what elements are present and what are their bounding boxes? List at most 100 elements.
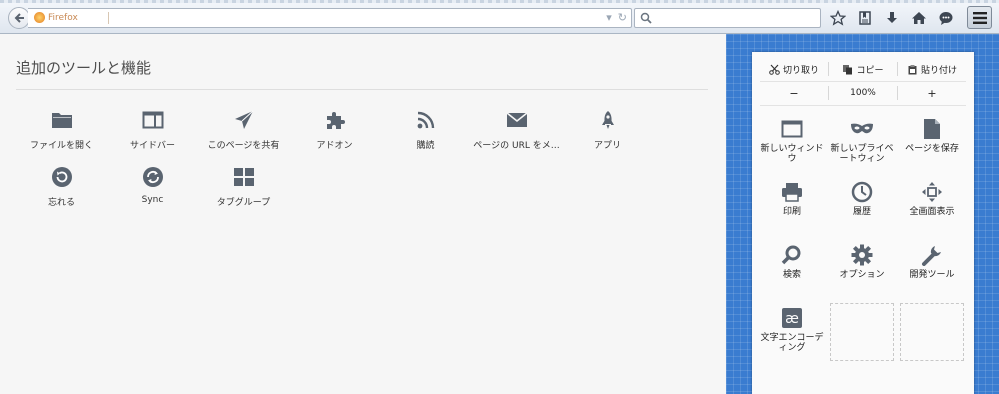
bookmarks-menu-icon[interactable] xyxy=(855,8,874,27)
tool-label: タブグループ xyxy=(216,198,271,208)
paste-button[interactable]: 貼り付け xyxy=(898,63,966,76)
search-icon xyxy=(640,12,652,24)
cut-label: 切り取り xyxy=(782,65,819,76)
save-page-icon xyxy=(924,119,940,139)
history-icon xyxy=(851,181,873,203)
zoom-reset-button[interactable]: 100% xyxy=(829,88,897,98)
gear-icon xyxy=(851,244,873,266)
panel-item-private-window[interactable]: 新しいプライベートウィン xyxy=(830,114,894,175)
panel-item-developer[interactable]: 開発ツール xyxy=(900,240,964,301)
empty-slot xyxy=(830,303,894,361)
tool-addons[interactable]: アドオン xyxy=(289,104,380,161)
panel-item-history[interactable]: 履歴 xyxy=(830,177,894,238)
tool-label: このページを共有 xyxy=(207,141,280,151)
tool-label: ファイルを開く xyxy=(29,141,93,151)
tool-label: Sync xyxy=(141,195,164,205)
panel-item-label: 文字エンコーディング xyxy=(760,333,824,353)
mail-icon xyxy=(506,112,527,127)
copy-button[interactable]: コピー xyxy=(829,63,897,76)
encoding-icon: æ xyxy=(782,308,802,328)
new-window-icon xyxy=(781,120,803,138)
tool-forget[interactable]: 忘れる xyxy=(16,161,107,218)
panel-item-new-window[interactable]: 新しいウィンドウ xyxy=(760,114,824,175)
panel-item-fullscreen[interactable]: 全画面表示 xyxy=(900,177,964,238)
chat-icon[interactable] xyxy=(936,8,955,27)
zoom-in-button[interactable]: + xyxy=(898,87,966,100)
title-divider xyxy=(16,89,708,90)
wrench-icon xyxy=(922,246,941,266)
panel-item-label: 開発ツール xyxy=(909,270,955,280)
url-bar[interactable]: Firefox ▾ ↻ xyxy=(28,8,632,28)
customize-palette: 追加のツールと機能 ファイルを開く サイドバー このページを共有 アドオン 購読… xyxy=(0,34,726,394)
back-arrow-icon xyxy=(14,13,24,23)
tool-label: 購読 xyxy=(416,141,435,151)
home-icon[interactable] xyxy=(909,8,928,27)
identity-box[interactable]: Firefox xyxy=(34,12,78,23)
tools-grid: ファイルを開く サイドバー このページを共有 アドオン 購読 ページの URL … xyxy=(16,104,716,218)
scissors-icon xyxy=(769,64,780,75)
tool-share-page[interactable]: このページを共有 xyxy=(198,104,289,161)
zoom-controls: − 100% + xyxy=(760,82,966,104)
panel-item-label: 検索 xyxy=(782,270,801,280)
back-button[interactable] xyxy=(8,7,30,29)
tool-label: サイドバー xyxy=(129,141,175,151)
rss-icon xyxy=(417,111,434,129)
url-divider xyxy=(108,12,109,24)
tool-tab-groups[interactable]: タブグループ xyxy=(198,161,289,218)
sidebar-icon xyxy=(142,111,163,129)
panel-divider xyxy=(760,105,966,106)
clipboard-icon xyxy=(908,64,917,74)
dropdown-arrow-icon[interactable]: ▾ xyxy=(606,11,612,24)
puzzle-icon xyxy=(326,112,345,129)
bookmark-star-icon[interactable] xyxy=(828,8,847,27)
empty-slot xyxy=(900,303,964,361)
panel-item-label: 履歴 xyxy=(852,207,871,217)
edit-controls: 切り取り コピー 貼り付け xyxy=(760,58,966,80)
panel-item-search[interactable]: 検索 xyxy=(760,240,824,301)
panel-item-label: 新しいウィンドウ xyxy=(760,144,824,164)
reload-icon[interactable]: ↻ xyxy=(618,11,627,24)
tool-label: アプリ xyxy=(593,141,621,151)
tab-groups-icon xyxy=(233,168,254,186)
tool-sidebar[interactable]: サイドバー xyxy=(107,104,198,161)
hamburger-icon xyxy=(972,11,987,24)
menu-panel: 切り取り コピー 貼り付け − 100% + 新しいウィンドウ 新しいプライベー… xyxy=(752,52,974,394)
copy-icon xyxy=(843,64,853,74)
panel-item-label: オプション xyxy=(839,270,885,280)
download-icon[interactable] xyxy=(882,8,901,27)
private-mask-icon xyxy=(851,123,873,134)
forget-icon xyxy=(51,167,72,187)
firefox-logo-icon xyxy=(34,12,45,23)
tool-sync[interactable]: Sync xyxy=(107,161,198,218)
panel-item-label: 新しいプライベートウィン xyxy=(830,144,894,164)
tool-label: 忘れる xyxy=(47,198,75,208)
panel-item-save-page[interactable]: ページを保存 xyxy=(900,114,964,175)
cut-button[interactable]: 切り取り xyxy=(760,63,828,76)
tool-label: ページの URL をメ… xyxy=(473,141,560,151)
panel-item-encoding[interactable]: æ 文字エンコーディング xyxy=(760,303,824,364)
page-title: 追加のツールと機能 xyxy=(16,59,152,77)
search-input[interactable] xyxy=(634,8,821,28)
tool-email-link[interactable]: ページの URL をメ… xyxy=(471,104,562,161)
panel-item-label: 全画面表示 xyxy=(909,207,955,217)
panel-items-grid: 新しいウィンドウ 新しいプライベートウィン ページを保存 印刷 履歴 全画面表示… xyxy=(760,114,970,364)
print-icon xyxy=(782,183,802,202)
tool-apps[interactable]: アプリ xyxy=(562,104,653,161)
rocket-icon xyxy=(601,111,614,129)
fullscreen-icon xyxy=(922,182,942,202)
zoom-out-button[interactable]: − xyxy=(760,87,828,100)
copy-label: コピー xyxy=(856,65,884,76)
tool-subscribe[interactable]: 購読 xyxy=(380,104,471,161)
folder-icon xyxy=(51,113,72,128)
share-icon xyxy=(234,110,253,129)
search-icon xyxy=(781,245,801,265)
tool-label: アドオン xyxy=(316,141,353,151)
navigation-toolbar: Firefox ▾ ↻ xyxy=(0,0,999,34)
panel-item-label: ページを保存 xyxy=(905,144,959,154)
identity-label: Firefox xyxy=(48,12,78,23)
panel-item-print[interactable]: 印刷 xyxy=(760,177,824,238)
sync-icon xyxy=(142,167,163,187)
panel-item-options[interactable]: オプション xyxy=(830,240,894,301)
menu-button[interactable] xyxy=(967,6,992,29)
tool-open-file[interactable]: ファイルを開く xyxy=(16,104,107,161)
